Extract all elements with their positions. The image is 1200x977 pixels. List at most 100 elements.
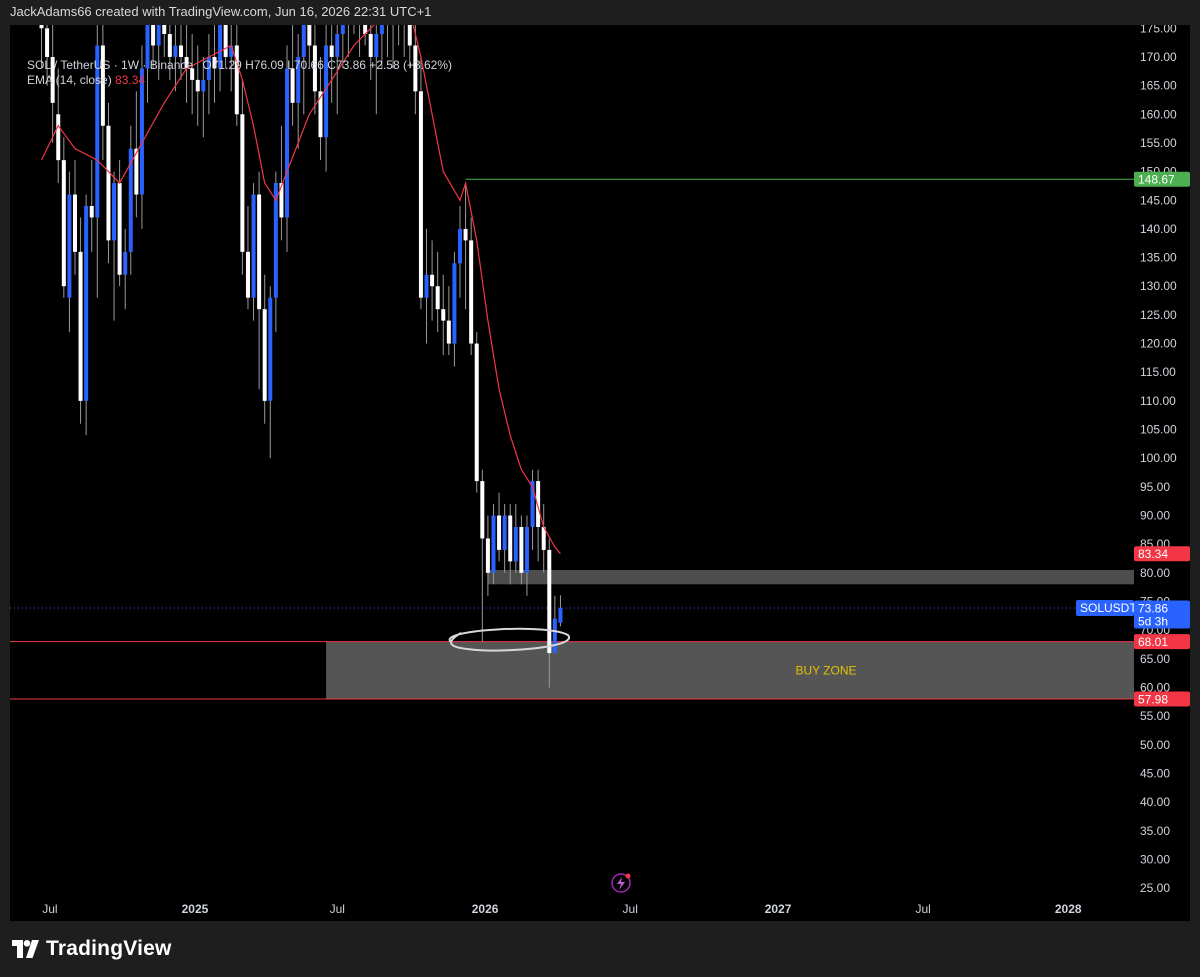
price-tick-label: 50.00	[1140, 738, 1170, 752]
price-tick-label: 95.00	[1140, 480, 1170, 494]
candle[interactable]	[257, 171, 262, 390]
candle[interactable]	[463, 183, 468, 310]
candle[interactable]	[67, 171, 72, 333]
price-tick-label: 175.00	[1140, 25, 1177, 35]
candle-body	[497, 515, 502, 550]
candle[interactable]	[84, 194, 89, 436]
price-tick-label: 145.00	[1140, 193, 1177, 207]
candle[interactable]	[430, 240, 435, 321]
candle[interactable]	[78, 217, 83, 424]
chart-plot-area[interactable]: BUY ZONE SOLUSDT SOL / TetherUS · 1W · Bi…	[10, 25, 1134, 921]
candle-body	[301, 25, 306, 57]
candle[interactable]	[452, 251, 457, 367]
candle-body	[45, 28, 50, 57]
candle-body	[407, 25, 412, 46]
svg-text:73.86: 73.86	[1138, 602, 1168, 616]
candle[interactable]	[128, 125, 133, 275]
candle-body	[245, 251, 250, 298]
candle[interactable]	[474, 332, 479, 493]
lightning-icon[interactable]	[611, 873, 631, 893]
candle-body	[340, 25, 345, 35]
time-tick-label: 2027	[765, 902, 792, 916]
candle[interactable]	[446, 286, 451, 356]
candle-body	[106, 125, 111, 241]
candle[interactable]	[324, 25, 329, 172]
candle-body	[474, 343, 479, 482]
time-axis[interactable]: Jul 2025 Jul 2026 Jul 2027 Jul 2028	[10, 896, 1134, 921]
candle[interactable]	[502, 504, 507, 573]
candle[interactable]	[100, 25, 105, 161]
candle[interactable]	[245, 205, 250, 310]
candle-body	[173, 45, 178, 57]
candle[interactable]	[106, 102, 111, 264]
candle[interactable]	[536, 469, 541, 562]
candle-body	[491, 515, 496, 573]
price-tag: 73.865d 3h	[1134, 600, 1190, 629]
legend-ema-row[interactable]: EMA (14, close) 83.34	[27, 73, 452, 88]
candle[interactable]	[89, 160, 94, 252]
price-tag: 83.34	[1134, 546, 1190, 562]
candle[interactable]	[72, 160, 77, 275]
candle[interactable]	[162, 25, 167, 57]
price-tick-label: 115.00	[1140, 365, 1176, 379]
candle[interactable]	[385, 25, 389, 57]
candle-body	[67, 194, 72, 298]
candle[interactable]	[541, 504, 546, 573]
candle[interactable]	[558, 595, 563, 627]
candle-body	[469, 240, 474, 344]
legend-low: L70.66	[287, 58, 324, 72]
candle[interactable]	[458, 205, 462, 298]
svg-text:68.01: 68.01	[1138, 635, 1168, 649]
candle[interactable]	[112, 171, 117, 321]
candle[interactable]	[480, 469, 485, 642]
buy-zone[interactable]	[326, 641, 1134, 700]
candle-body	[151, 25, 156, 46]
candle[interactable]	[268, 286, 273, 459]
candle[interactable]	[61, 137, 66, 298]
tradingview-logo-text: TradingView	[46, 937, 172, 960]
candle[interactable]	[530, 469, 535, 550]
candle-body	[61, 160, 66, 287]
candle-body	[547, 549, 552, 654]
price-tick-label: 30.00	[1140, 852, 1170, 866]
price-chart-svg[interactable]: BUY ZONE SOLUSDT	[10, 25, 1134, 921]
svg-text:148.67: 148.67	[1138, 173, 1175, 187]
candle-body	[117, 183, 122, 275]
price-tick-label: 155.00	[1140, 136, 1177, 150]
candle[interactable]	[469, 217, 474, 356]
candle[interactable]	[402, 25, 406, 57]
candle-body	[307, 25, 312, 46]
candle[interactable]	[441, 274, 446, 356]
price-tick-label: 120.00	[1140, 337, 1177, 351]
candle[interactable]	[240, 79, 245, 275]
tradingview-logo[interactable]: TradingView	[12, 935, 172, 963]
candle[interactable]	[123, 228, 128, 310]
candle-body	[156, 25, 161, 46]
candle[interactable]	[418, 56, 423, 310]
price-tick-label: 125.00	[1140, 308, 1177, 322]
candle[interactable]	[491, 504, 496, 585]
candle-body	[167, 34, 172, 57]
time-tick-label: Jul	[623, 902, 638, 916]
candle-body	[513, 526, 518, 562]
candle[interactable]	[352, 25, 356, 35]
candle[interactable]	[497, 492, 502, 562]
time-tick-label: 2028	[1055, 902, 1082, 916]
candle[interactable]	[424, 228, 429, 344]
resistance-zone[interactable]	[487, 569, 1134, 585]
candle[interactable]	[117, 160, 122, 287]
candle-body	[485, 538, 490, 573]
price-tick-label: 55.00	[1140, 709, 1170, 723]
legend-symbol[interactable]: SOL / TetherUS · 1W · Binance	[27, 58, 193, 72]
candle[interactable]	[251, 183, 256, 321]
candle[interactable]	[262, 274, 267, 424]
price-axis[interactable]: 175.00 170.00 165.00 160.00 155.00 150.00 145.…	[1134, 21, 1190, 921]
candle-body	[458, 228, 462, 264]
candle[interactable]	[513, 504, 518, 573]
candle[interactable]	[397, 25, 401, 46]
candle[interactable]	[435, 251, 440, 333]
candle[interactable]	[296, 34, 301, 149]
svg-text:5d 3h: 5d 3h	[1138, 615, 1168, 629]
candle-body	[335, 34, 340, 57]
candle-body	[452, 263, 457, 344]
